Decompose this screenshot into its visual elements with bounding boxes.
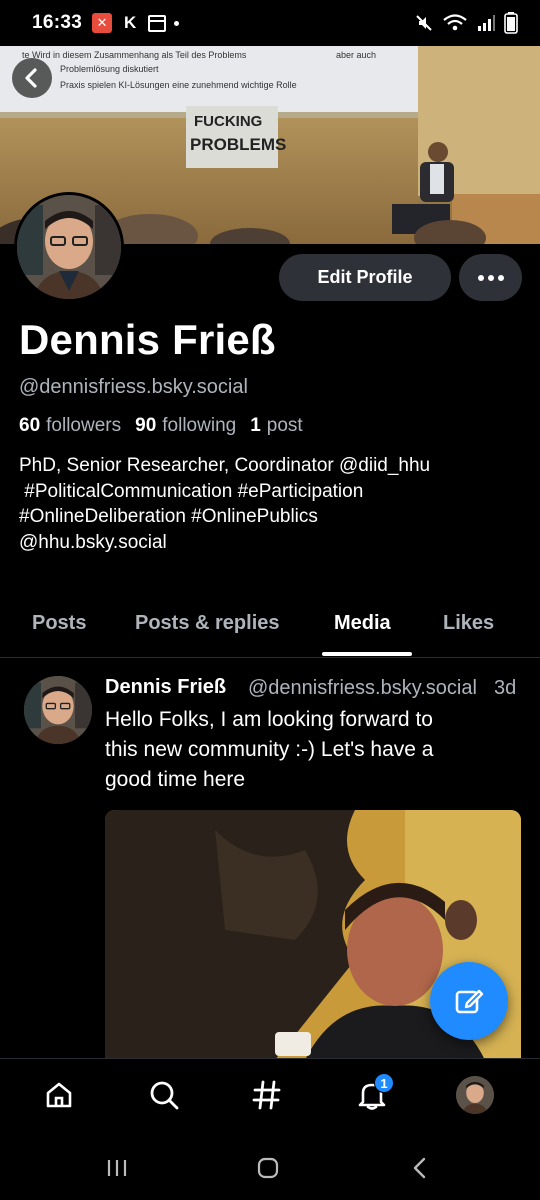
nav-search[interactable]: [142, 1073, 186, 1117]
profile-handle: @dennisfriess.bsky.social: [19, 376, 248, 398]
compose-icon: [455, 989, 484, 1014]
posts-stat: 1 post: [250, 415, 303, 437]
back-system-icon: [413, 1157, 426, 1179]
profile-stats: 60 followers 90 following 1 post: [19, 415, 303, 437]
nav-profile[interactable]: [453, 1073, 497, 1117]
mute-icon: [416, 15, 432, 31]
more-dots-icon: [477, 274, 504, 281]
edit-profile-button[interactable]: Edit Profile: [279, 254, 451, 301]
calendar-icon: [148, 14, 167, 32]
poster-text-2: PROBLEMS: [190, 135, 286, 154]
nav-feeds[interactable]: [245, 1073, 289, 1117]
bottom-navigation: 1: [0, 1058, 540, 1130]
post-author-name[interactable]: Dennis Frieß: [105, 676, 226, 699]
search-icon: [150, 1081, 179, 1110]
following-label: following: [162, 415, 237, 436]
following-count: 90: [135, 415, 157, 436]
posts-count: 1: [250, 415, 261, 436]
tab-posts-and-replies[interactable]: Posts & replies: [135, 612, 280, 635]
profile-avatar[interactable]: [14, 192, 124, 302]
followers-label: followers: [46, 415, 122, 436]
slide-line-1: te Wird in diesem Zusammenhang als Teil …: [22, 50, 247, 60]
status-right-icons: [414, 12, 518, 34]
post-text-line: Hello Folks, I am looking forward to: [105, 708, 433, 731]
bio-line: #PoliticalCommunication #eParticipation: [19, 480, 364, 502]
tab-media[interactable]: Media: [334, 612, 391, 635]
back-button[interactable]: [12, 58, 52, 98]
tab-posts[interactable]: Posts: [32, 612, 86, 635]
bio-line: #OnlineDeliberation #OnlinePublics: [19, 506, 318, 527]
home-system-button[interactable]: [248, 1150, 288, 1186]
following-link[interactable]: 90 following: [135, 415, 236, 437]
compose-post-button[interactable]: [430, 962, 508, 1040]
home-icon: [46, 1082, 72, 1108]
system-navigation-bar: [0, 1130, 540, 1200]
nav-home[interactable]: [37, 1073, 81, 1117]
active-tab-indicator: [322, 652, 412, 656]
profile-avatar: [456, 1076, 494, 1114]
post-text: Hello Folks, I am looking forward to thi…: [105, 705, 525, 795]
home-system-icon: [257, 1157, 279, 1179]
profile-tabs: Posts Posts & replies Media Likes: [0, 600, 540, 658]
post-text-line: good time here: [105, 768, 246, 791]
bio-line: PhD, Senior Researcher, Coordinator @dii…: [19, 455, 431, 476]
status-app-icons: ✕ K: [92, 13, 180, 33]
post-timestamp: 3d: [494, 677, 517, 699]
wifi-icon: [443, 14, 467, 31]
post-text-line: this new community :-) Let's have a: [105, 738, 434, 761]
post-author-handle[interactable]: @dennisfriess.bsky.social: [248, 677, 480, 700]
tab-likes[interactable]: Likes: [443, 612, 494, 635]
nav-notifications[interactable]: 1: [350, 1073, 394, 1117]
profile-bio: PhD, Senior Researcher, Coordinator @dii…: [19, 453, 524, 555]
poster-text-1: FUCKING: [194, 113, 262, 130]
status-bar: 16:33 ✕ K: [0, 0, 540, 46]
signal-icon: [478, 15, 495, 31]
more-options-button[interactable]: [459, 254, 522, 301]
followers-link[interactable]: 60 followers: [19, 415, 121, 437]
more-notifications-dot: [174, 20, 180, 26]
slide-line-2: aber auch: [336, 50, 376, 60]
feeds-hash-icon: [252, 1080, 281, 1110]
slide-line-4: Praxis spielen KI-Lösungen eine zunehmen…: [60, 80, 297, 90]
chevron-left-icon: [25, 68, 37, 88]
back-system-button[interactable]: [400, 1150, 440, 1186]
notification-count-badge: 1: [374, 1073, 394, 1093]
slide-line-3: Problemlösung diskutiert: [60, 64, 159, 74]
battery-icon: [504, 12, 518, 34]
bio-line: @hhu.bsky.social: [19, 531, 167, 553]
k-app-icon: K: [123, 13, 137, 32]
display-name: Dennis Frieß: [19, 316, 276, 363]
followers-count: 60: [19, 415, 41, 436]
recent-apps-icon: [107, 1160, 127, 1176]
status-time: 16:33: [32, 12, 83, 33]
recent-apps-button[interactable]: [97, 1150, 137, 1186]
post-author-avatar[interactable]: [24, 676, 92, 744]
x-app-icon: ✕: [92, 13, 113, 33]
posts-label: post: [266, 415, 303, 436]
